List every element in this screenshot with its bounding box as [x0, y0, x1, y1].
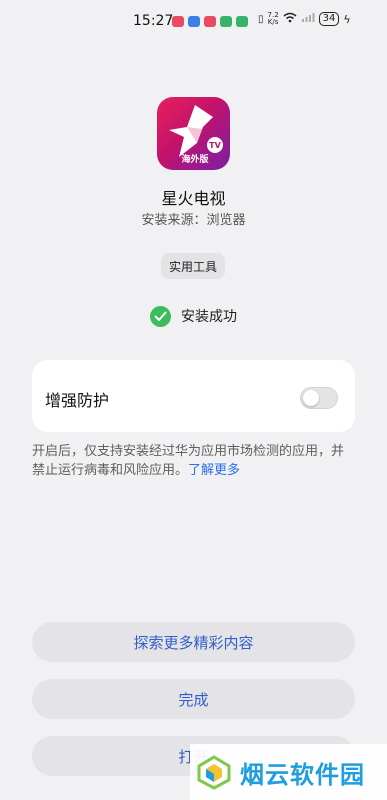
- watermark-text: 烟云软件园: [240, 760, 365, 789]
- toggle-knob: [303, 390, 319, 406]
- network-speed: 7.2 K/s: [268, 12, 279, 26]
- learn-more-link[interactable]: 了解更多: [188, 463, 240, 478]
- battery-icon: 34: [318, 12, 340, 26]
- app-icon-badge-text: 海外版: [181, 153, 208, 165]
- status-indicators: ▯ 7.2 K/s 34 ϟ: [258, 12, 351, 26]
- app-icon: TV 海外版: [157, 97, 230, 170]
- network-speed-unit: K/s: [267, 18, 279, 26]
- app-name: 星火电视: [161, 189, 226, 208]
- install-source: 安装来源：浏览器: [141, 213, 246, 228]
- install-status: 安装成功: [150, 305, 237, 327]
- status-bar: 15:27 ▯ 7.2 K/s 34 ϟ: [0, 0, 387, 44]
- enhanced-protection-toggle[interactable]: [300, 387, 338, 409]
- explore-more-button[interactable]: 探索更多精彩内容: [32, 622, 355, 662]
- watermark: 烟云软件园: [190, 744, 387, 800]
- status-time: 15:27: [133, 13, 174, 29]
- install-status-text: 安装成功: [181, 309, 237, 325]
- protection-description: 开启后，仅支持安装经过华为应用市场检测的应用，并禁止运行病毒和风险应用。了解更多: [32, 442, 352, 480]
- battery-level: 34: [322, 13, 336, 24]
- signal-icon: [301, 12, 315, 26]
- enhanced-protection-label: 增强防护: [45, 391, 110, 410]
- wifi-icon: [283, 12, 297, 26]
- category-tag: 实用工具: [161, 253, 225, 279]
- done-button[interactable]: 完成: [32, 679, 355, 719]
- vibrate-icon: ▯: [258, 13, 264, 25]
- notification-app-icon: [220, 16, 232, 27]
- charging-icon: ϟ: [343, 12, 351, 26]
- notification-app-icon: [188, 16, 200, 27]
- app-icon-tv-text: TV: [209, 141, 221, 150]
- enhanced-protection-card: 增强防护: [32, 360, 355, 432]
- notification-app-icon: [172, 16, 184, 27]
- notification-app-icon: [236, 16, 248, 27]
- notification-app-icon: [204, 16, 216, 27]
- watermark-logo-icon: [197, 755, 231, 790]
- check-circle-icon: [150, 305, 171, 327]
- notification-icons: [172, 16, 248, 27]
